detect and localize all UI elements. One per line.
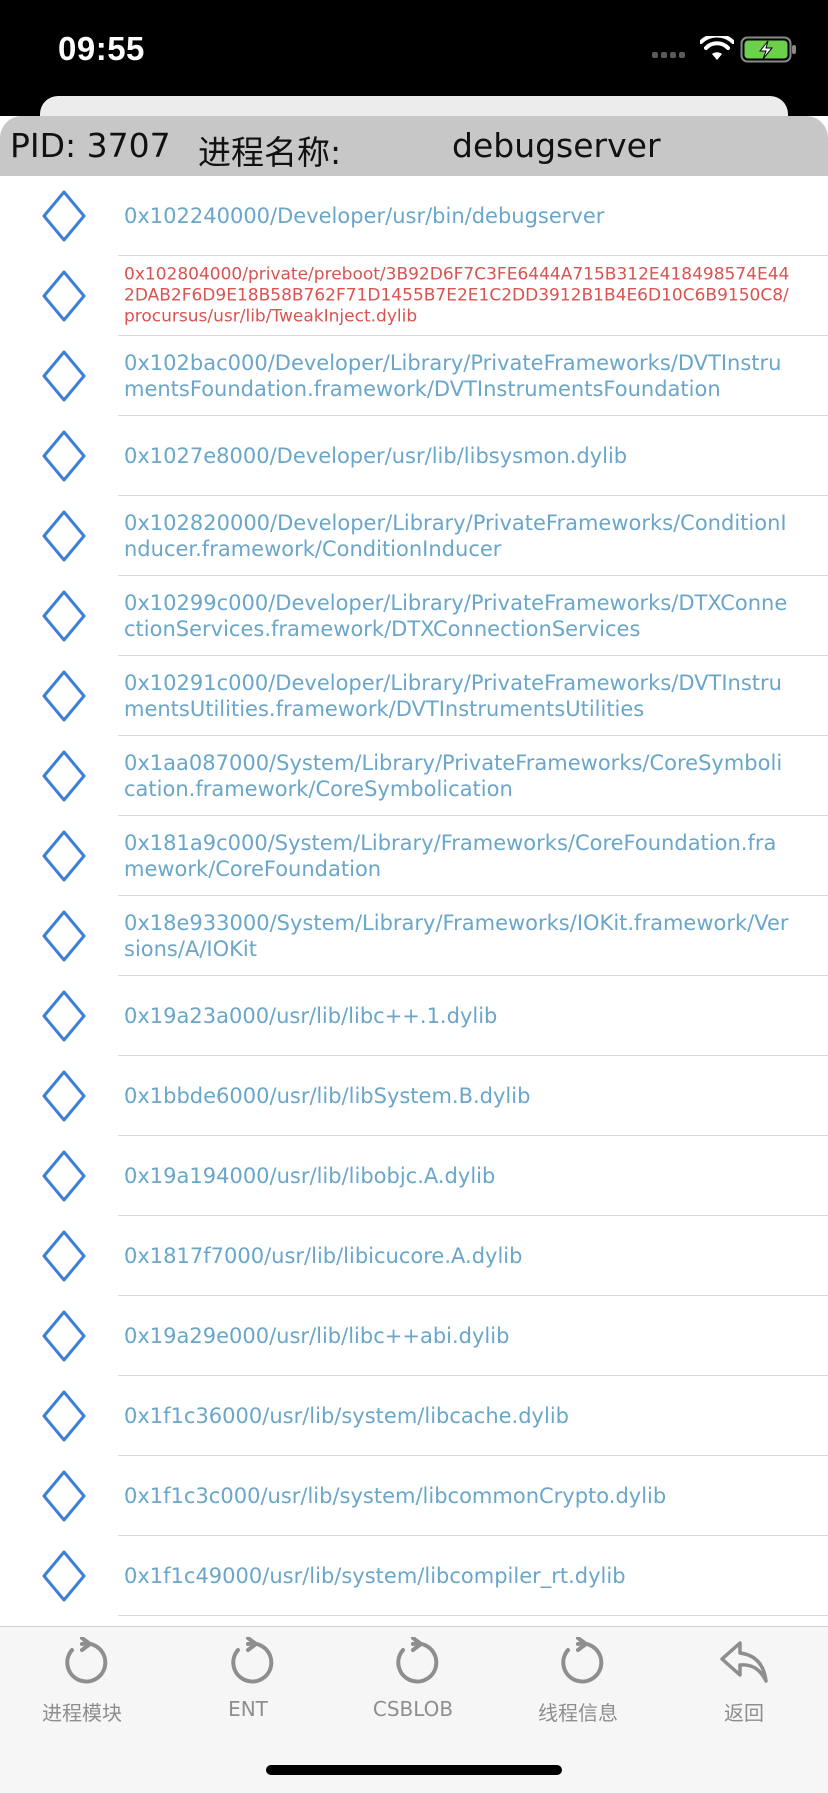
- module-row[interactable]: 0x102bac000/Developer/Library/PrivateFra…: [0, 336, 828, 416]
- reply-back-icon: [720, 1641, 768, 1683]
- diamond-icon: [42, 590, 86, 642]
- module-path: 0x10299c000/Developer/Library/PrivateFra…: [124, 591, 788, 641]
- diamond-icon: [42, 750, 86, 802]
- module-path: 0x102240000/Developer/usr/bin/debugserve…: [124, 204, 605, 228]
- tab-back[interactable]: 返回: [674, 1637, 814, 1747]
- diamond-icon: [42, 190, 86, 242]
- diamond-icon: [42, 1550, 86, 1602]
- module-row[interactable]: 0x102820000/Developer/Library/PrivateFra…: [0, 496, 828, 576]
- diamond-icon: [42, 510, 86, 562]
- diamond-icon: [42, 430, 86, 482]
- row-separator: [118, 1615, 828, 1616]
- module-row[interactable]: 0x19a29e000/usr/lib/libc++abi.dylib: [0, 1296, 828, 1376]
- module-row[interactable]: 0x1817f7000/usr/lib/libicucore.A.dylib: [0, 1216, 828, 1296]
- module-path: 0x1817f7000/usr/lib/libicucore.A.dylib: [124, 1244, 523, 1268]
- diamond-icon: [42, 1230, 86, 1282]
- battery-charging-icon: [740, 36, 796, 63]
- tab-thread-info[interactable]: 线程信息: [508, 1637, 648, 1747]
- wifi-icon: [700, 36, 734, 60]
- module-row[interactable]: 0x102804000/private/preboot/3B92D6F7C3FE…: [0, 256, 828, 336]
- tab-label: 进程模块: [42, 1701, 122, 1725]
- module-path: 0x1f1c36000/usr/lib/system/libcache.dyli…: [124, 1404, 569, 1428]
- refresh-icon: [396, 1637, 439, 1684]
- module-row[interactable]: 0x102240000/Developer/usr/bin/debugserve…: [0, 176, 828, 256]
- diamond-icon: [42, 350, 86, 402]
- module-row[interactable]: 0x1f1c49000/usr/lib/system/libcompiler_r…: [0, 1536, 828, 1616]
- diamond-icon: [42, 1470, 86, 1522]
- tab-label: 线程信息: [538, 1701, 618, 1725]
- diamond-icon: [42, 830, 86, 882]
- diamond-icon: [42, 1390, 86, 1442]
- module-row[interactable]: 0x1f1c36000/usr/lib/system/libcache.dyli…: [0, 1376, 828, 1456]
- diamond-icon: [42, 1070, 86, 1122]
- module-path: 0x1f1c49000/usr/lib/system/libcompiler_r…: [124, 1564, 626, 1588]
- process-header: PID: 3707 进程名称: debugserver: [0, 116, 828, 176]
- module-row[interactable]: 0x1027e8000/Developer/usr/lib/libsysmon.…: [0, 416, 828, 496]
- module-path: 0x1aa087000/System/Library/PrivateFramew…: [124, 751, 783, 801]
- tab-ent[interactable]: ENT: [178, 1637, 318, 1747]
- tab-label: ENT: [228, 1697, 268, 1721]
- status-time: 09:55: [58, 30, 145, 67]
- process-name-label: 进程名称:: [198, 133, 342, 172]
- diamond-icon: [42, 270, 86, 322]
- diamond-icon: [42, 910, 86, 962]
- module-row[interactable]: 0x10299c000/Developer/Library/PrivateFra…: [0, 576, 828, 656]
- module-path: 0x1bbde6000/usr/lib/libSystem.B.dylib: [124, 1084, 531, 1108]
- tab-process-modules[interactable]: 进程模块: [12, 1637, 152, 1747]
- module-path: 0x19a194000/usr/lib/libobjc.A.dylib: [124, 1164, 496, 1188]
- module-list[interactable]: 0x102240000/Developer/usr/bin/debugserve…: [0, 176, 828, 1626]
- module-path: 0x1f1c3c000/usr/lib/system/libcommonCryp…: [124, 1484, 667, 1508]
- module-row[interactable]: 0x19a194000/usr/lib/libobjc.A.dylib: [0, 1136, 828, 1216]
- module-path: 0x18e933000/System/Library/Frameworks/IO…: [124, 911, 789, 961]
- pid-label: PID: 3707: [10, 126, 171, 165]
- module-row[interactable]: 0x1bbde6000/usr/lib/libSystem.B.dylib: [0, 1056, 828, 1136]
- refresh-icon: [65, 1637, 108, 1684]
- tab-label: 返回: [724, 1701, 764, 1725]
- module-path: 0x181a9c000/System/Library/Frameworks/Co…: [124, 831, 777, 881]
- module-path: 0x102820000/Developer/Library/PrivateFra…: [124, 511, 787, 561]
- home-indicator: [266, 1765, 562, 1775]
- module-row[interactable]: 0x19a23a000/usr/lib/libc++.1.dylib: [0, 976, 828, 1056]
- module-path: 0x102804000/private/preboot/3B92D6F7C3FE…: [124, 264, 790, 327]
- process-name-value: debugserver: [452, 126, 661, 165]
- module-row[interactable]: 0x10291c000/Developer/Library/PrivateFra…: [0, 656, 828, 736]
- module-row[interactable]: 0x1f1c3c000/usr/lib/system/libcommonCryp…: [0, 1456, 828, 1536]
- tab-csblob[interactable]: CSBLOB: [343, 1637, 483, 1747]
- module-path: 0x19a23a000/usr/lib/libc++.1.dylib: [124, 1004, 498, 1028]
- tab-label: CSBLOB: [372, 1697, 454, 1721]
- module-row[interactable]: 0x1aa087000/System/Library/PrivateFramew…: [0, 736, 828, 816]
- refresh-icon: [231, 1637, 274, 1684]
- diamond-icon: [42, 1150, 86, 1202]
- module-path: 0x10291c000/Developer/Library/PrivateFra…: [124, 671, 782, 721]
- module-path: 0x102bac000/Developer/Library/PrivateFra…: [124, 351, 782, 401]
- diamond-icon: [42, 990, 86, 1042]
- diamond-icon: [42, 1310, 86, 1362]
- refresh-icon: [561, 1637, 604, 1684]
- module-path: 0x1027e8000/Developer/usr/lib/libsysmon.…: [124, 444, 628, 468]
- module-row[interactable]: 0x181a9c000/System/Library/Frameworks/Co…: [0, 816, 828, 896]
- module-row[interactable]: 0x18e933000/System/Library/Frameworks/IO…: [0, 896, 828, 976]
- module-path: 0x19a29e000/usr/lib/libc++abi.dylib: [124, 1324, 510, 1348]
- diamond-icon: [42, 670, 86, 722]
